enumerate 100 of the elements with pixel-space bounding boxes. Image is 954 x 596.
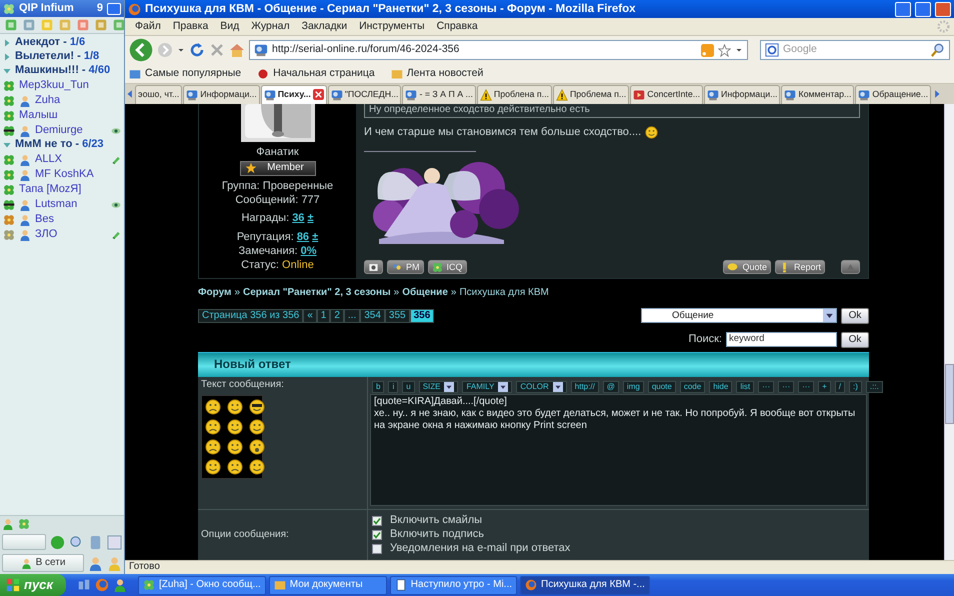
scrollbar-thumb[interactable] bbox=[945, 364, 954, 424]
maximize-button[interactable] bbox=[915, 2, 931, 16]
icq-button[interactable]: ICQ bbox=[428, 260, 467, 274]
bookmark-link[interactable]: Лента новостей bbox=[390, 66, 484, 80]
home-icon[interactable] bbox=[229, 42, 245, 58]
contact-name[interactable]: Тапа [MozЯ] bbox=[19, 182, 121, 196]
taskbar-button[interactable]: Психушка для КВМ -... bbox=[520, 576, 650, 594]
smiley-icon[interactable] bbox=[227, 399, 243, 416]
star-icon[interactable] bbox=[718, 44, 731, 56]
browser-tab[interactable]: - = З А П А ... bbox=[402, 84, 476, 104]
toolbar-button[interactable]: ··· bbox=[798, 380, 814, 393]
page-link[interactable]: « bbox=[303, 308, 317, 323]
smiley-icon[interactable] bbox=[205, 439, 221, 456]
plus-minus-link[interactable]: ± bbox=[312, 231, 318, 243]
smiley-icon[interactable] bbox=[249, 399, 265, 416]
menu-item[interactable]: Правка bbox=[166, 20, 214, 34]
browser-tab[interactable]: Проблена п... bbox=[476, 84, 552, 104]
menu-item[interactable]: Инструменты bbox=[353, 20, 431, 34]
toolbar-button[interactable]: + bbox=[818, 380, 831, 393]
taskbar-button[interactable]: Наступило утро - Mi... bbox=[390, 576, 518, 594]
smiley-icon[interactable] bbox=[249, 419, 265, 436]
contact-name[interactable]: ЗЛО bbox=[35, 228, 107, 242]
scrollbar[interactable] bbox=[944, 104, 954, 560]
smiley-icon[interactable] bbox=[249, 459, 265, 476]
stat-link[interactable]: 36 bbox=[292, 212, 304, 224]
search-icon[interactable] bbox=[931, 43, 945, 57]
rss-icon[interactable] bbox=[701, 44, 714, 56]
browser-tab[interactable]: Обращение... bbox=[855, 84, 932, 104]
forum-select[interactable]: Общение bbox=[641, 308, 837, 324]
toolbar-button[interactable]: .::. bbox=[866, 380, 883, 393]
toolbar-button[interactable]: quote bbox=[648, 380, 676, 393]
toolbar-button[interactable]: ··· bbox=[758, 380, 774, 393]
toolbar-button[interactable]: COLOR bbox=[516, 380, 567, 393]
stat-link[interactable]: 86 bbox=[296, 231, 310, 243]
toolbar-button[interactable]: hide bbox=[709, 380, 732, 393]
menu-item[interactable]: Вид bbox=[214, 20, 246, 34]
page-link[interactable]: 355 bbox=[384, 308, 410, 323]
toolbar-button[interactable]: @ bbox=[602, 380, 619, 393]
smiley-icon[interactable] bbox=[227, 439, 243, 456]
stop-icon[interactable] bbox=[209, 42, 225, 58]
taskbar-button[interactable]: [Zuha] - Окно сообщ... bbox=[138, 576, 266, 594]
page-link[interactable]: ... bbox=[344, 308, 360, 323]
toolbar-button[interactable]: b bbox=[372, 380, 384, 393]
checkbox[interactable] bbox=[372, 544, 382, 554]
checkbox[interactable] bbox=[372, 530, 382, 540]
expand-arrow-icon[interactable] bbox=[3, 141, 11, 149]
search-field[interactable]: keyword bbox=[726, 332, 837, 348]
bookmark-link[interactable]: Начальная страница bbox=[257, 66, 375, 80]
toolbar-button[interactable]: i bbox=[388, 380, 398, 393]
close-button[interactable] bbox=[935, 2, 951, 16]
browser-tab[interactable]: "ПОСЛЕДН... bbox=[328, 84, 402, 104]
reload-icon[interactable] bbox=[189, 42, 205, 58]
menu-item[interactable]: Справка bbox=[430, 20, 484, 34]
browser-tab[interactable]: Психу... bbox=[260, 84, 327, 104]
browser-tab[interactable]: Информаци... bbox=[183, 84, 260, 104]
expand-arrow-icon[interactable] bbox=[3, 67, 11, 75]
plus-minus-link[interactable]: ± bbox=[308, 212, 314, 224]
taskbar-button[interactable]: Мои документы bbox=[268, 576, 387, 594]
page-link[interactable]: 1 bbox=[316, 308, 330, 323]
toolbar-button[interactable]: / bbox=[834, 380, 846, 393]
expand-arrow-icon[interactable] bbox=[3, 53, 11, 61]
toolbar-button[interactable]: img bbox=[622, 380, 644, 393]
stat-link[interactable]: 0% bbox=[300, 244, 317, 257]
search-engine-icon[interactable] bbox=[765, 43, 779, 57]
back-button[interactable] bbox=[129, 38, 153, 62]
caret-icon[interactable] bbox=[735, 46, 743, 54]
group-name[interactable]: Анекдот - 1/6 bbox=[15, 36, 86, 50]
smiley-icon[interactable] bbox=[205, 399, 221, 416]
ok-button[interactable]: Ok bbox=[841, 332, 869, 348]
message-field[interactable]: [quote=KIRA]Давай....[/quote] хе.. ну.. я не знаю, как с видео это будет делаться, может и не так. Но попробуй. Я вообще вот открыты на экране окна я нажимаю кнопку Print screen bbox=[370, 394, 867, 506]
breadcrumb-link[interactable]: Общение bbox=[402, 287, 448, 300]
page-link[interactable]: 2 bbox=[330, 308, 344, 323]
expand-arrow-icon[interactable] bbox=[3, 39, 11, 47]
contact-name[interactable]: ALLX bbox=[35, 152, 107, 166]
message-button[interactable]: PM bbox=[387, 260, 424, 274]
bookmark-link[interactable]: Самые популярные bbox=[129, 66, 242, 80]
toolbar-button[interactable]: code bbox=[680, 380, 706, 393]
toolbar-button[interactable]: FAMILY bbox=[462, 380, 512, 393]
smiley-icon[interactable] bbox=[205, 419, 221, 436]
toolbar-button[interactable]: list bbox=[736, 380, 754, 393]
profile-button[interactable] bbox=[364, 260, 383, 274]
checkbox[interactable] bbox=[372, 516, 382, 526]
group-name[interactable]: Вылетели! - 1/8 bbox=[15, 50, 100, 64]
toolbar-button[interactable]: :) bbox=[849, 380, 862, 393]
contact-name[interactable]: Малыш bbox=[19, 108, 121, 122]
quote-button[interactable]: Quote bbox=[723, 260, 771, 274]
close-icon[interactable] bbox=[312, 89, 324, 100]
browser-tab[interactable]: эошо, чт... bbox=[135, 84, 182, 104]
menu-item[interactable]: Файл bbox=[129, 20, 167, 34]
top-button[interactable] bbox=[841, 260, 860, 274]
contact-name[interactable]: Mep3kuu_Tun bbox=[19, 78, 121, 92]
smiley-icon[interactable] bbox=[227, 419, 243, 436]
breadcrumb-link[interactable]: Форум bbox=[198, 287, 232, 300]
scroll-left-icon[interactable] bbox=[125, 89, 135, 99]
browser-tab[interactable]: Комментар... bbox=[781, 84, 854, 104]
browser-tab[interactable]: ConcertInte... bbox=[630, 84, 704, 104]
group-name[interactable]: Машкины!!! - 4/60 bbox=[15, 64, 110, 78]
person-icon[interactable] bbox=[88, 556, 103, 570]
breadcrumb-link[interactable]: Сериал "Ранетки" 2, 3 сезоны bbox=[243, 287, 391, 300]
status-button[interactable]: В сети bbox=[2, 554, 84, 572]
